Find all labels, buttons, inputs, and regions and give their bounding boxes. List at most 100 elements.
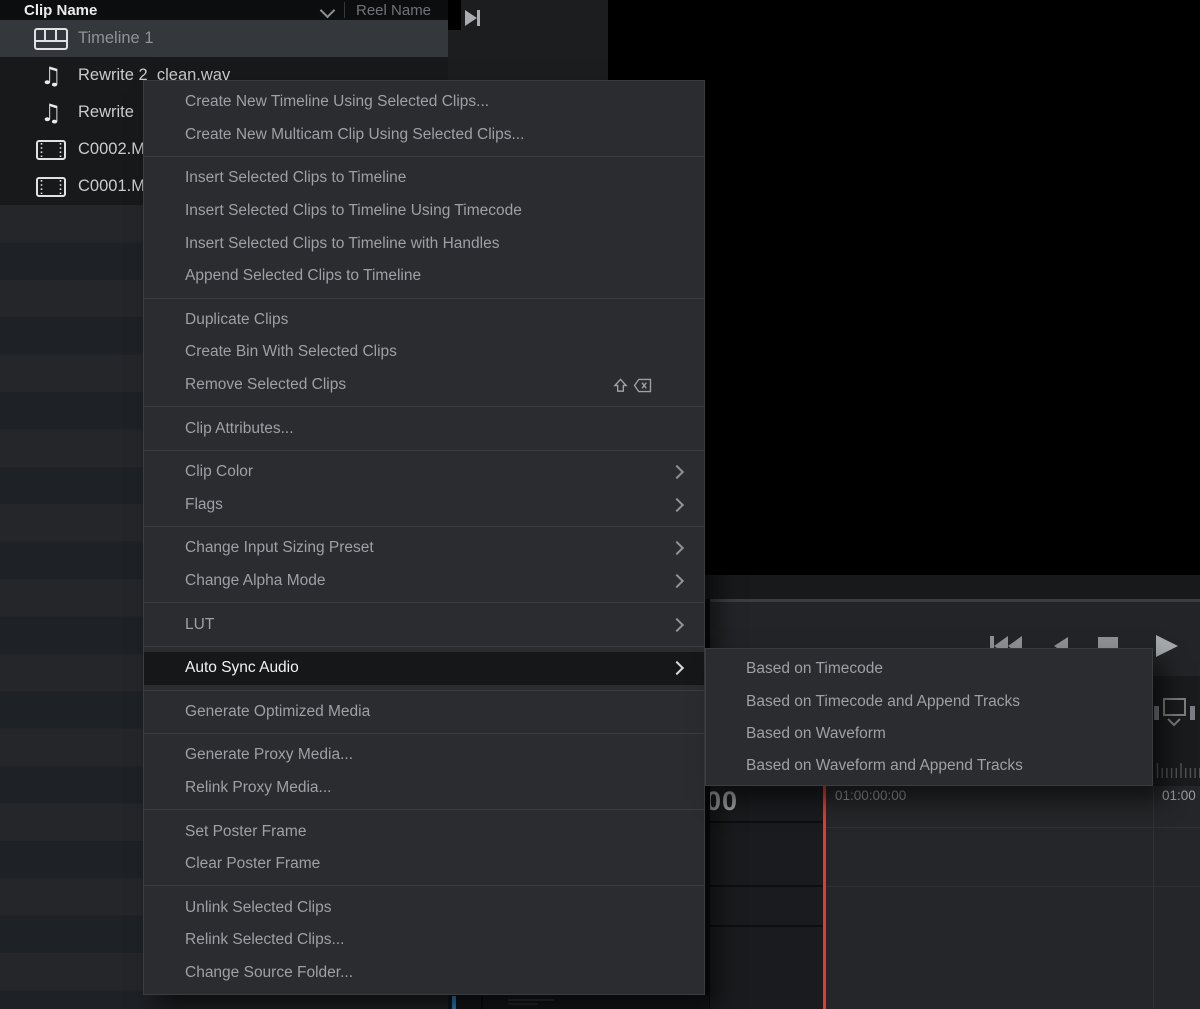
menu-item-clip-color[interactable]: Clip Color	[144, 456, 704, 489]
submenu-item-based-on-waveform-and-append-tracks[interactable]: Based on Waveform and Append Tracks	[706, 750, 1152, 782]
column-divider[interactable]	[344, 2, 345, 18]
menu-group: Clip Attributes...	[144, 407, 704, 450]
menu-item-label: Relink Selected Clips...	[185, 931, 344, 949]
chevron-right-icon	[670, 465, 684, 479]
ruler-gridline	[1153, 786, 1154, 1009]
menu-item-clear-poster-frame[interactable]: Clear Poster Frame	[144, 848, 704, 881]
menu-group: Insert Selected Clips to Timeline Insert …	[144, 157, 704, 297]
menu-group: Auto Sync Audio	[144, 647, 704, 690]
menu-group: Create New Timeline Using Selected Clips…	[144, 81, 704, 156]
track-divider	[826, 827, 1200, 828]
shortcut-hint	[613, 378, 652, 393]
track-divider	[709, 885, 823, 887]
menu-group: Generate Optimized Media	[144, 691, 704, 734]
menu-item-label: Remove Selected Clips	[185, 376, 346, 394]
menu-item-label: Generate Optimized Media	[185, 703, 370, 721]
menu-item-label: Change Input Sizing Preset	[185, 539, 374, 557]
menu-item-label: Set Poster Frame	[185, 823, 306, 841]
menu-item-label: LUT	[185, 616, 214, 634]
track-header-divider	[481, 996, 483, 1009]
auto-sync-audio-submenu: Based on Timecode Based on Timecode and A…	[705, 648, 1153, 786]
menu-item-clip-attributes[interactable]: Clip Attributes...	[144, 412, 704, 445]
clip-context-menu: Create New Timeline Using Selected Clips…	[143, 80, 705, 995]
menu-item-label: Unlink Selected Clips	[185, 899, 331, 917]
clip-name-label: Rewrite	[78, 103, 134, 122]
timeline-view-options-icon[interactable]	[1154, 698, 1200, 728]
menu-item-insert-selected-clips-to-timeline[interactable]: Insert Selected Clips to Timeline	[144, 162, 704, 195]
menu-item-generate-optimized-media[interactable]: Generate Optimized Media	[144, 696, 704, 729]
menu-item-label: Change Source Folder...	[185, 964, 353, 982]
timeline-track-area[interactable]: 01:00:00:00 01:00	[826, 786, 1200, 1009]
film-clip-icon	[36, 140, 66, 160]
menu-item-label: Change Alpha Mode	[185, 572, 325, 590]
menu-item-relink-selected-clips[interactable]: Relink Selected Clips...	[144, 924, 704, 957]
track-label-fragment	[508, 999, 554, 1001]
skip-to-end-icon[interactable]	[463, 8, 483, 28]
menu-group: Change Input Sizing Preset Change Alpha M…	[144, 527, 704, 602]
submenu-item-based-on-waveform[interactable]: Based on Waveform	[706, 718, 1152, 750]
menu-item-label: Auto Sync Audio	[185, 659, 299, 677]
menu-item-create-bin-with-selected-clips[interactable]: Create Bin With Selected Clips	[144, 336, 704, 369]
submenu-item-based-on-timecode-and-append-tracks[interactable]: Based on Timecode and Append Tracks	[706, 685, 1152, 717]
media-pool-header: Clip Name Reel Name	[0, 0, 448, 21]
menu-item-label: Create New Multicam Clip Using Selected …	[185, 126, 524, 144]
timeline-timecode-display-area: 00	[709, 786, 823, 1009]
timeline-track-header-sliver	[448, 995, 709, 1009]
panel-divider	[448, 0, 461, 30]
menu-item-label: Append Selected Clips to Timeline	[185, 267, 421, 285]
chevron-right-icon	[670, 541, 684, 555]
backspace-icon	[633, 378, 652, 393]
chevron-right-icon	[670, 661, 684, 675]
film-clip-icon	[36, 177, 66, 197]
menu-item-label: Insert Selected Clips to Timeline with H…	[185, 235, 499, 253]
menu-item-relink-proxy-media[interactable]: Relink Proxy Media...	[144, 772, 704, 805]
track-divider	[826, 886, 1200, 887]
menu-item-generate-proxy-media[interactable]: Generate Proxy Media...	[144, 739, 704, 772]
menu-item-auto-sync-audio[interactable]: Auto Sync Audio	[144, 652, 704, 685]
menu-item-append-selected-clips-to-timeline[interactable]: Append Selected Clips to Timeline	[144, 260, 704, 293]
track-label-fragment	[508, 1003, 538, 1005]
menu-item-change-alpha-mode[interactable]: Change Alpha Mode	[144, 565, 704, 598]
menu-item-label: Clip Attributes...	[185, 420, 294, 438]
menu-item-duplicate-clips[interactable]: Duplicate Clips	[144, 304, 704, 337]
menu-item-label: Create Bin With Selected Clips	[185, 343, 397, 361]
menu-item-unlink-selected-clips[interactable]: Unlink Selected Clips	[144, 891, 704, 924]
menu-item-lut[interactable]: LUT	[144, 608, 704, 641]
menu-item-label: Relink Proxy Media...	[185, 779, 331, 797]
media-pool-row-timeline-1[interactable]: Timeline 1	[0, 20, 448, 57]
column-header-reel-name[interactable]: Reel Name	[356, 0, 431, 20]
menu-item-change-input-sizing-preset[interactable]: Change Input Sizing Preset	[144, 532, 704, 565]
menu-item-flags[interactable]: Flags	[144, 489, 704, 522]
menu-item-label: Clear Poster Frame	[185, 855, 320, 873]
menu-item-insert-selected-clips-to-timeline-using-timecode[interactable]: Insert Selected Clips to Timeline Using …	[144, 195, 704, 228]
menu-item-create-new-timeline-using-selected-clips[interactable]: Create New Timeline Using Selected Clips…	[144, 86, 704, 119]
menu-item-set-poster-frame[interactable]: Set Poster Frame	[144, 815, 704, 848]
submenu-item-label: Based on Timecode and Append Tracks	[746, 693, 1020, 711]
track-divider	[709, 821, 823, 823]
play-icon	[1156, 635, 1178, 657]
timeline-icon	[34, 28, 68, 50]
track-divider	[709, 925, 823, 927]
column-header-clip-name[interactable]: Clip Name	[0, 2, 97, 19]
music-note-icon: ♫	[40, 64, 62, 88]
shift-icon	[613, 378, 628, 393]
menu-item-remove-selected-clips[interactable]: Remove Selected Clips	[144, 369, 704, 402]
submenu-item-based-on-timecode[interactable]: Based on Timecode	[706, 653, 1152, 685]
menu-item-label: Duplicate Clips	[185, 311, 288, 329]
menu-group: Duplicate Clips Create Bin With Selected …	[144, 299, 704, 407]
chevron-down-icon[interactable]	[320, 3, 336, 19]
menu-group: Clip Color Flags	[144, 451, 704, 526]
menu-item-change-source-folder[interactable]: Change Source Folder...	[144, 957, 704, 990]
music-note-icon: ♫	[40, 101, 62, 125]
current-timecode-fragment: 00	[706, 786, 738, 817]
menu-item-label: Clip Color	[185, 463, 253, 481]
menu-item-insert-selected-clips-to-timeline-with-handles[interactable]: Insert Selected Clips to Timeline with H…	[144, 227, 704, 260]
menu-item-label: Insert Selected Clips to Timeline	[185, 169, 406, 187]
playhead[interactable]	[823, 786, 826, 1009]
clip-name-label: Timeline 1	[78, 29, 154, 48]
menu-item-label: Create New Timeline Using Selected Clips…	[185, 93, 489, 111]
menu-item-create-new-multicam-clip-using-selected-clips[interactable]: Create New Multicam Clip Using Selected …	[144, 119, 704, 152]
submenu-item-label: Based on Waveform	[746, 725, 886, 743]
timecode-ruler-label: 01:00:00:00	[835, 788, 906, 803]
submenu-item-label: Based on Timecode	[746, 660, 883, 678]
